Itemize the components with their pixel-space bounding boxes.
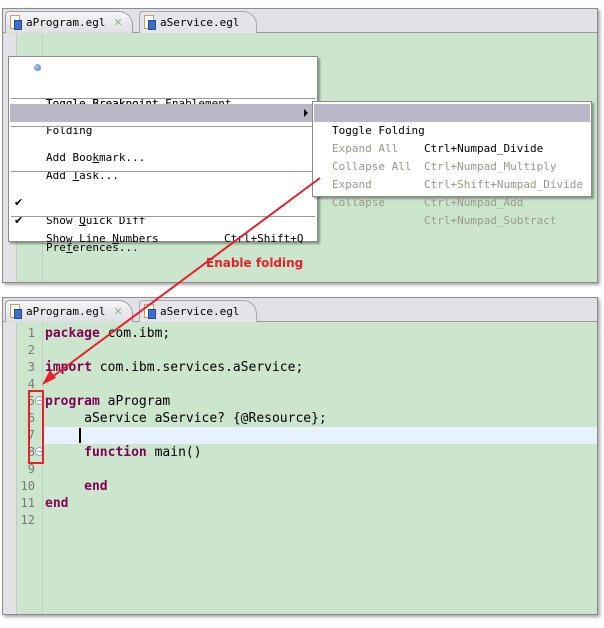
code-text: com.ibm.services.aService; (91, 360, 304, 375)
menu-separator (11, 171, 315, 172)
keyword: end (45, 496, 69, 511)
tab-label: aService.egl (160, 16, 240, 29)
label: Pre (46, 241, 66, 254)
text-cursor (79, 428, 81, 443)
code-line[interactable]: 8− function main() (3, 444, 597, 461)
keyword: import (45, 360, 92, 375)
tab-aprogram[interactable]: aProgram.egl ✕ (5, 300, 133, 322)
code-text: com.ibm; (99, 326, 171, 341)
menu-item-add-task[interactable]: Add Task... (10, 149, 316, 182)
egl-file-icon (144, 14, 156, 31)
accelerator: Ctrl+Numpad_Add (424, 196, 524, 209)
tab-aprogram[interactable]: aProgram.egl ✕ (5, 11, 133, 33)
code-line[interactable]: 6 aService aService? {@Resource}; (3, 410, 597, 427)
menu-item-collapse: Collapse Ctrl+Numpad_Subtract (314, 176, 590, 227)
code-line[interactable]: 5− program aProgram (3, 393, 597, 410)
top-tab-bar: aProgram.egl ✕ aService.egl (3, 9, 597, 33)
keyword: package (45, 326, 100, 341)
keyword: program (45, 394, 100, 409)
menu-item-show-quick-diff[interactable]: ✔ Show Quick Diff Ctrl+Shift+Q (10, 176, 316, 245)
menu-separator (11, 126, 315, 127)
tab-aservice[interactable]: aService.egl (139, 300, 257, 322)
line-number-ruler (17, 323, 43, 614)
menu-separator (11, 216, 315, 217)
menu-item-toggle-breakpoint[interactable]: Toggle Breakpoint (10, 59, 316, 110)
code-text: aProgram (99, 394, 171, 409)
close-tab-icon[interactable]: ✕ (113, 305, 122, 318)
tab-label: aProgram.egl (26, 305, 106, 318)
menu-item-preferences[interactable]: Preferences... (10, 221, 316, 254)
close-tab-icon[interactable]: ✕ (113, 16, 122, 29)
code-line[interactable]: 10 end (3, 478, 597, 495)
code-line[interactable]: 2 (3, 342, 597, 359)
egl-file-icon (10, 303, 22, 320)
submenu-arrow-icon (304, 109, 308, 117)
code-text: aService aService? {@Resource}; (45, 411, 327, 426)
menu-item-add-bookmark[interactable]: Add Bookmark... (10, 131, 316, 164)
menu-item-expand: Expand Ctrl+Numpad_Add (314, 158, 590, 209)
menu-item-toggle-breakpoint-enablement[interactable]: Toggle Breakpoint Enablement (10, 77, 316, 110)
label: erences... (72, 241, 139, 254)
folding-submenu: Toggle Folding Ctrl+Numpad_Divide Expand… (312, 101, 592, 227)
code-line[interactable]: 7 (28, 427, 597, 444)
tab-aservice[interactable]: aService.egl (139, 11, 257, 33)
egl-file-icon (10, 14, 22, 31)
code-text: main() (146, 445, 202, 460)
bottom-tab-bar: aProgram.egl ✕ aService.egl (3, 298, 597, 322)
code-line[interactable]: 1 package com.ibm; (3, 325, 597, 342)
code-line[interactable]: 9 (3, 461, 597, 478)
egl-file-icon (144, 303, 156, 320)
code-line[interactable]: 12 (3, 512, 597, 529)
menu-separator (11, 98, 315, 99)
menu-item-folding[interactable]: Folding (10, 104, 316, 137)
keyword: function (84, 445, 147, 460)
code-line[interactable]: 3 import com.ibm.services.aService; (3, 359, 597, 376)
menu-item-collapse-all: Collapse All Ctrl+Shift+Numpad_Divide (314, 140, 590, 191)
tab-label: aProgram.egl (26, 16, 106, 29)
annotation-label: Enable folding (206, 256, 304, 270)
ruler-context-menu: Toggle Breakpoint Toggle Breakpoint Enab… (8, 56, 318, 254)
keyword: end (84, 479, 108, 494)
menu-item-expand-all: Expand All Ctrl+Numpad_Multiply (314, 122, 590, 173)
breakpoint-bullet-icon (34, 64, 41, 71)
code-line[interactable]: 4 (3, 376, 597, 393)
code-line[interactable]: 1 package com.ibm; (3, 36, 597, 86)
menu-item-toggle-folding[interactable]: Toggle Folding Ctrl+Numpad_Divide (314, 104, 590, 155)
code-line[interactable]: 11 end (3, 495, 597, 512)
label: Collapse (332, 196, 385, 209)
bottom-editor-panel: aProgram.egl ✕ aService.egl 1 package com… (2, 297, 598, 615)
accelerator: Ctrl+Numpad_Subtract (424, 214, 557, 227)
menu-item-show-line-numbers[interactable]: ✔ Show Line Numbers (10, 194, 316, 245)
tab-label: aService.egl (160, 305, 240, 318)
mnemonic: f (65, 241, 73, 254)
